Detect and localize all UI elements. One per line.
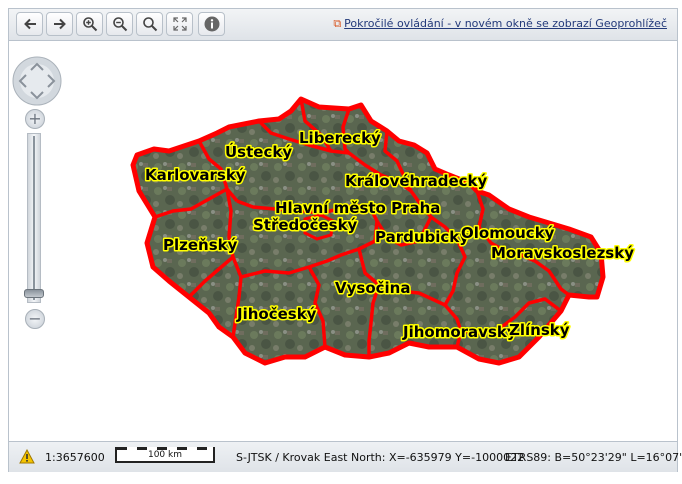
back-button[interactable]	[16, 12, 43, 36]
region-labels: Karlovarský Ústecký Liberecký Královéhra…	[144, 128, 636, 343]
forward-button[interactable]	[46, 12, 73, 36]
region-label-jihocesky: Jihočeský	[236, 305, 317, 323]
region-label-praha: Hlavní město Praha	[275, 199, 440, 217]
sjtsk-coordinates: S-JTSK / Krovak East North: X=-635979 Y=…	[236, 451, 525, 464]
region-label-ustecky: Ústecký	[225, 142, 292, 161]
arrow-left-icon	[23, 18, 36, 30]
region-label-plzensky: Plzeňský	[163, 236, 238, 254]
region-label-vysocina: Vysočina	[335, 279, 410, 297]
region-label-olomoucky: Olomoucký	[461, 224, 555, 242]
external-link-icon: ⧉	[333, 17, 342, 30]
map-canvas[interactable]: Karlovarský Ústecký Liberecký Královéhra…	[9, 41, 677, 441]
map-zoom-in-button[interactable]: +	[25, 109, 45, 129]
region-label-karlovarsky: Karlovarský	[145, 166, 246, 184]
region-label-zlinsky: Zlínský	[509, 321, 570, 339]
map-viewer: ⧉ Pokročilé ovládání - v novém okně se zo…	[8, 8, 682, 472]
zoom-in-icon	[82, 17, 97, 32]
advanced-controls-link[interactable]: ⧉ Pokročilé ovládání - v novém okně se zo…	[333, 17, 667, 31]
zoom-slider-track	[33, 136, 35, 300]
region-label-kralovehradecky: Královéhradecký	[345, 172, 488, 190]
full-extent-icon	[172, 17, 187, 31]
region-label-pardubicky: Pardubický	[375, 228, 469, 246]
plus-icon: +	[28, 109, 42, 128]
scale-bar-ticks	[117, 447, 213, 450]
scale-bar-label: 100 km	[147, 450, 183, 460]
zoom-slider[interactable]	[27, 133, 41, 303]
region-label-jihomoravsky: Jihomoravský	[402, 323, 517, 341]
region-label-liberecky: Liberecký	[299, 129, 381, 147]
zoom-box-button[interactable]	[136, 12, 163, 36]
map-scale: 1:3657600	[45, 451, 105, 464]
advanced-controls-label: Pokročilé ovládání - v novém okně se zob…	[344, 17, 667, 30]
status-bar: 1:3657600 100 km S-JTSK / Krovak East No…	[9, 441, 682, 472]
map-zoom-out-button[interactable]: −	[25, 309, 45, 329]
scale-bar: 100 km	[115, 447, 215, 463]
zoom-in-button[interactable]	[76, 12, 103, 36]
info-button[interactable]	[198, 12, 225, 36]
arrow-right-icon	[53, 18, 66, 30]
minus-icon: −	[28, 309, 42, 328]
pan-control[interactable]	[12, 56, 62, 106]
region-label-moravskoslezsky: Moravskoslezský	[491, 244, 634, 262]
toolbar: ⧉ Pokročilé ovládání - v novém okně se zo…	[9, 9, 677, 41]
region-label-stredocesky: Středočeský	[253, 216, 358, 234]
zoom-out-icon	[112, 17, 127, 32]
full-extent-button[interactable]	[166, 12, 193, 36]
zoom-slider-handle[interactable]	[24, 289, 44, 298]
zoom-out-button[interactable]	[106, 12, 133, 36]
warning-icon[interactable]	[19, 449, 35, 464]
etrs-coordinates: ETRS89: B=50°23'29" L=16°07'03"	[505, 451, 682, 464]
info-icon	[204, 16, 219, 32]
magnifier-icon	[142, 17, 157, 32]
